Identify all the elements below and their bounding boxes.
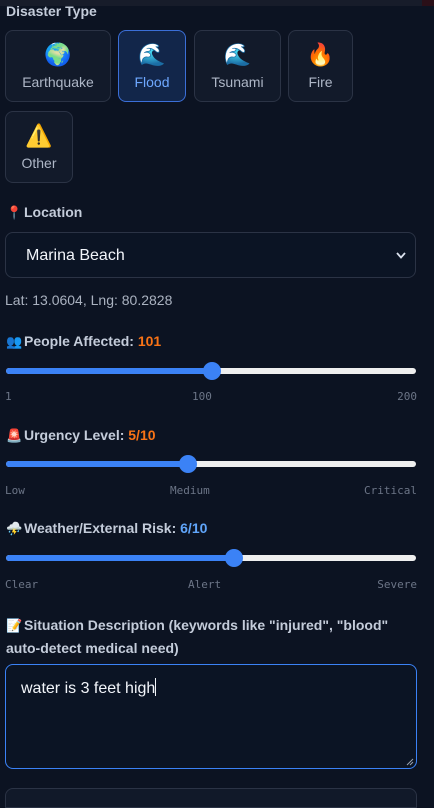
weather-risk-label: Weather/External Risk: — [24, 520, 177, 536]
situation-description-label: Situation Description (keywords like "in… — [6, 617, 389, 656]
scale-max: 200 — [397, 390, 417, 403]
scale-min: Clear — [5, 578, 39, 591]
location-label: Location — [24, 204, 83, 220]
text-caret — [155, 678, 157, 696]
scale-mid: Alert — [188, 578, 222, 591]
location-select[interactable]: Marina Beach — [5, 232, 416, 278]
disaster-type-other[interactable]: ⚠️ Other — [5, 111, 73, 183]
disaster-type-fire[interactable]: 🔥 Fire — [288, 30, 353, 102]
people-affected-value: 101 — [137, 333, 162, 349]
wave-icon: 🌊 — [138, 42, 166, 67]
urgency-level-slider[interactable] — [6, 455, 416, 473]
weather-risk-title: ⛈️ Weather/External Risk: 6/10 — [6, 520, 207, 537]
warning-icon: ⚠️ — [25, 123, 53, 148]
scale-mid: Medium — [170, 484, 210, 497]
disaster-type-label: Earthquake — [22, 74, 94, 90]
location-coordinates: Lat: 13.0604, Lng: 80.2828 — [5, 292, 173, 308]
scale-max: Critical — [364, 484, 417, 497]
situation-description-title: 📝 Situation Description (keywords like "i… — [6, 614, 416, 659]
scale-max: Severe — [377, 578, 417, 591]
slider-fill — [6, 368, 213, 374]
disaster-type-title: Disaster Type — [6, 3, 97, 19]
people-affected-slider[interactable] — [6, 362, 416, 380]
urgency-level-label: Urgency Level: — [24, 427, 125, 443]
people-icon: 👥 — [6, 334, 23, 349]
people-affected-title: 👥 People Affected: 101 — [6, 333, 161, 350]
slider-fill — [6, 461, 189, 467]
people-affected-label: People Affected: — [24, 333, 134, 349]
scale-mid: 100 — [192, 390, 212, 403]
fire-icon: 🔥 — [306, 42, 335, 67]
siren-icon: 🚨 — [6, 428, 23, 443]
wave-icon: 🌊 — [223, 42, 252, 67]
location-title: 📍 Location — [6, 204, 82, 221]
slider-thumb[interactable] — [179, 455, 198, 473]
location-selected-value: Marina Beach — [26, 247, 125, 264]
memo-icon: 📝 — [6, 618, 23, 633]
situation-description-text: water is 3 feet high — [21, 680, 156, 697]
disaster-type-label: Flood — [134, 74, 170, 90]
weather-risk-slider[interactable] — [6, 549, 416, 567]
disaster-type-label: Other — [21, 155, 57, 171]
urgency-level-title: 🚨 Urgency Level: 5/10 — [6, 427, 156, 444]
pin-icon: 📍 — [6, 205, 23, 220]
scale-min: Low — [5, 484, 25, 497]
disaster-type-flood[interactable]: 🌊 Flood — [118, 30, 186, 102]
globe-icon: 🌍 — [44, 42, 72, 67]
urgency-level-value: 5/10 — [128, 427, 156, 443]
slider-thumb[interactable] — [203, 362, 222, 380]
disaster-type-earthquake[interactable]: 🌍 Earthquake — [5, 30, 111, 102]
next-field-partial — [5, 788, 417, 808]
slider-fill — [6, 555, 234, 561]
chevron-down-icon — [395, 233, 407, 299]
slider-thumb[interactable] — [224, 549, 243, 567]
scale-min: 1 — [5, 390, 12, 403]
resize-handle-icon[interactable] — [406, 758, 414, 766]
disaster-type-label: Fire — [308, 74, 333, 90]
disaster-type-tsunami[interactable]: 🌊 Tsunami — [194, 30, 281, 102]
weather-risk-value: 6/10 — [180, 520, 208, 536]
storm-icon: ⛈️ — [6, 521, 23, 536]
disaster-type-label: Tsunami — [211, 74, 264, 90]
situation-description-input[interactable]: water is 3 feet high — [5, 664, 417, 769]
